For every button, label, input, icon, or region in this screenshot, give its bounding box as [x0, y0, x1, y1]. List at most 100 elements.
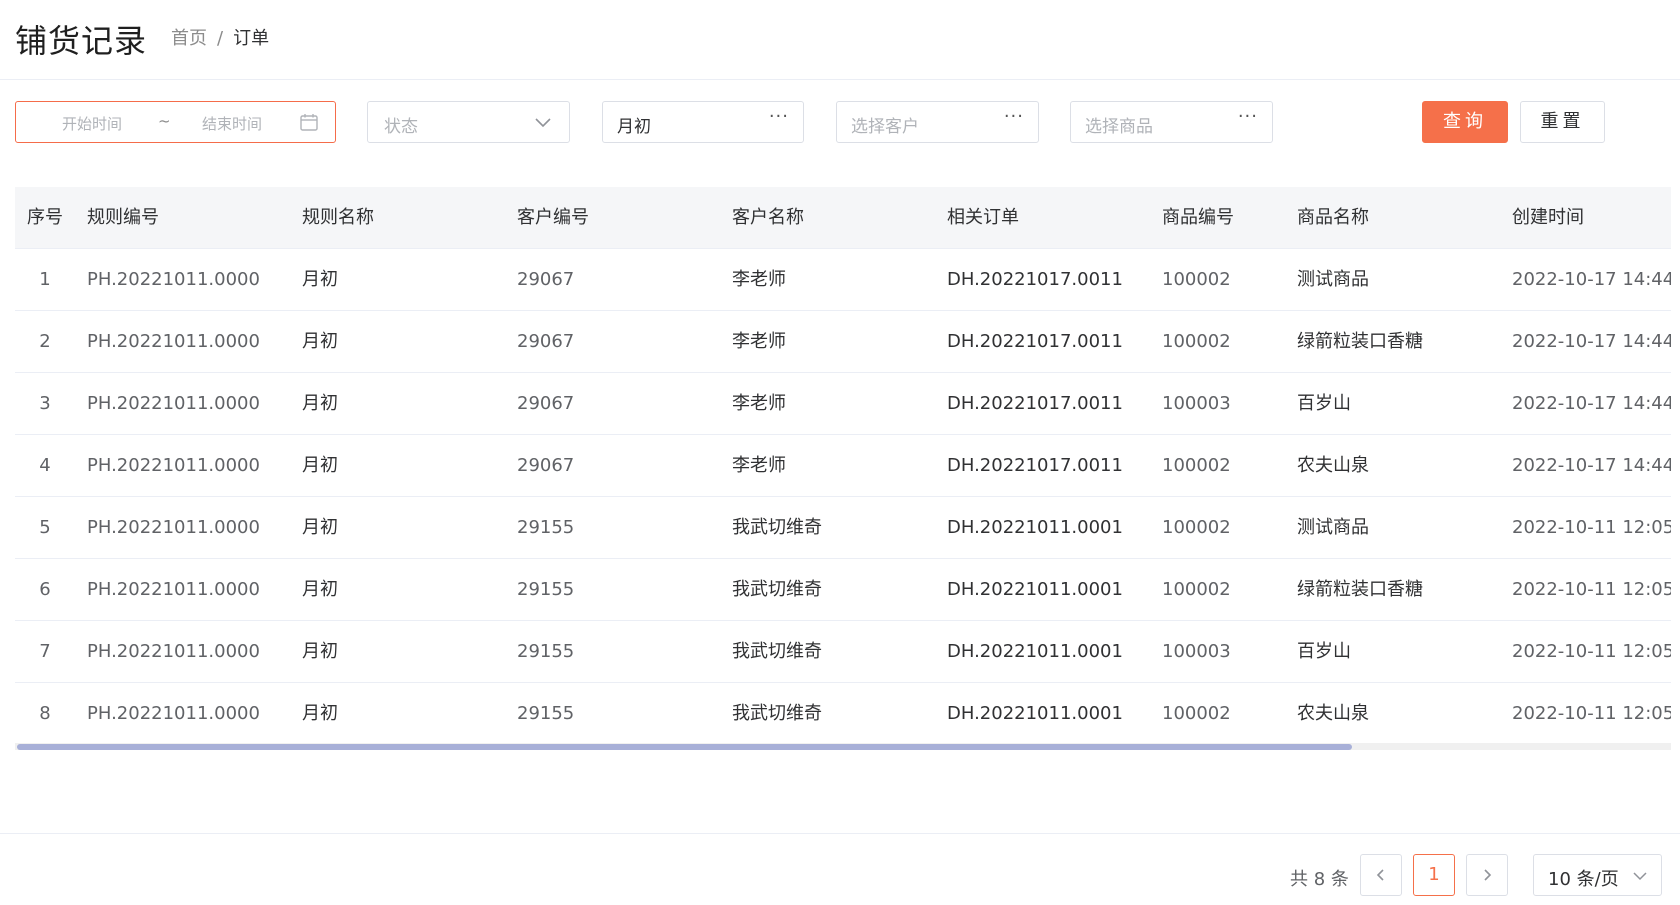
- cell-rule-name: 月初: [302, 579, 338, 600]
- cell-customer-name: 李老师: [732, 269, 786, 290]
- cell-created-time: 2022-10-17 14:44:4: [1512, 455, 1671, 476]
- cell-customer-no: 29155: [517, 517, 575, 538]
- cell-customer-name: 李老师: [732, 393, 786, 414]
- cell-product-no: 100002: [1162, 579, 1231, 600]
- cell-index: 3: [39, 393, 51, 414]
- cell-rule-name: 月初: [302, 517, 338, 538]
- breadcrumb-separator: /: [217, 28, 224, 49]
- breadcrumb-home[interactable]: 首页: [171, 28, 207, 49]
- reset-button[interactable]: 重置: [1520, 101, 1605, 143]
- cell-created-time: 2022-10-11 12:05:5: [1512, 703, 1671, 724]
- more-icon[interactable]: ···: [769, 106, 789, 127]
- rule-picker[interactable]: 月初 ···: [602, 101, 804, 143]
- cell-product-name: 百岁山: [1297, 641, 1351, 662]
- cell-rule-no: PH.20221011.0000: [87, 703, 260, 724]
- cell-customer-name: 我武切维奇: [732, 517, 822, 538]
- cell-created-time: 2022-10-17 14:44:4: [1512, 331, 1671, 352]
- page-size-select[interactable]: 10 条/页: [1533, 854, 1662, 896]
- cell-product-name: 绿箭粒装口香糖: [1297, 331, 1423, 352]
- date-start-input[interactable]: 开始时间: [62, 113, 122, 134]
- cell-rule-no: PH.20221011.0000: [87, 393, 260, 414]
- next-page-button[interactable]: [1466, 854, 1508, 896]
- header-product-no: 商品编号: [1162, 207, 1234, 228]
- cell-rule-no: PH.20221011.0000: [87, 331, 260, 352]
- cell-product-no: 100003: [1162, 641, 1231, 662]
- cell-product-no: 100002: [1162, 331, 1231, 352]
- table-row[interactable]: 4 PH.20221011.0000 月初 29067 李老师 DH.20221017.0…: [15, 435, 1671, 497]
- header-product-name: 商品名称: [1297, 207, 1369, 228]
- table-row[interactable]: 5 PH.20221011.0000 月初 29155 我武切维奇 DH.20221011…: [15, 497, 1671, 559]
- cell-related-order: DH.20221017.0011: [947, 455, 1123, 476]
- cell-product-no: 100002: [1162, 269, 1231, 290]
- date-end-input[interactable]: 结束时间: [202, 113, 262, 134]
- date-range-separator: ~: [158, 112, 171, 130]
- footer-divider: [0, 833, 1680, 834]
- cell-rule-no: PH.20221011.0000: [87, 269, 260, 290]
- cell-product-name: 测试商品: [1297, 517, 1369, 538]
- cell-rule-name: 月初: [302, 269, 338, 290]
- breadcrumb: 首页 / 订单: [171, 24, 269, 50]
- cell-index: 2: [39, 331, 51, 352]
- chevron-down-icon: [535, 118, 551, 128]
- cell-created-time: 2022-10-17 14:44:4: [1512, 269, 1671, 290]
- header-customer-name: 客户名称: [732, 207, 804, 228]
- cell-rule-name: 月初: [302, 455, 338, 476]
- records-table: 序号 规则编号 规则名称 客户编号 客户名称 相关订单 商品编号 商品名称 创建…: [15, 187, 1671, 745]
- table-row[interactable]: 7 PH.20221011.0000 月初 29155 我武切维奇 DH.20221011…: [15, 621, 1671, 683]
- table-row[interactable]: 6 PH.20221011.0000 月初 29155 我武切维奇 DH.20221011…: [15, 559, 1671, 621]
- chevron-down-icon: [1633, 872, 1647, 881]
- cell-rule-name: 月初: [302, 393, 338, 414]
- header-rule-no: 规则编号: [87, 207, 159, 228]
- status-select[interactable]: 状态: [367, 101, 570, 143]
- customer-picker[interactable]: 选择客户 ···: [836, 101, 1039, 143]
- cell-related-order: DH.20221011.0001: [947, 517, 1123, 538]
- page-size-label: 10 条/页: [1548, 869, 1619, 890]
- cell-index: 6: [39, 579, 51, 600]
- header-rule-name: 规则名称: [302, 207, 374, 228]
- table-row[interactable]: 2 PH.20221011.0000 月初 29067 李老师 DH.20221017.0…: [15, 311, 1671, 373]
- cell-created-time: 2022-10-11 12:05:5: [1512, 579, 1671, 600]
- table-row[interactable]: 3 PH.20221011.0000 月初 29067 李老师 DH.20221017.0…: [15, 373, 1671, 435]
- cell-customer-no: 29155: [517, 641, 575, 662]
- cell-customer-no: 29155: [517, 579, 575, 600]
- cell-related-order: DH.20221011.0001: [947, 579, 1123, 600]
- cell-rule-no: PH.20221011.0000: [87, 641, 260, 662]
- horizontal-scrollbar-thumb[interactable]: [17, 744, 1352, 750]
- prev-page-button[interactable]: [1360, 854, 1402, 896]
- cell-product-no: 100002: [1162, 517, 1231, 538]
- cell-related-order: DH.20221017.0011: [947, 269, 1123, 290]
- cell-product-no: 100003: [1162, 393, 1231, 414]
- cell-customer-no: 29067: [517, 331, 575, 352]
- cell-created-time: 2022-10-11 12:05:5: [1512, 517, 1671, 538]
- date-range-picker[interactable]: 开始时间 ~ 结束时间: [15, 101, 336, 143]
- cell-index: 4: [39, 455, 51, 476]
- cell-product-name: 农夫山泉: [1297, 455, 1369, 476]
- cell-customer-no: 29067: [517, 269, 575, 290]
- cell-customer-name: 我武切维奇: [732, 703, 822, 724]
- cell-customer-name: 我武切维奇: [732, 579, 822, 600]
- header-related-order: 相关订单: [947, 207, 1019, 228]
- header-created-time: 创建时间: [1512, 207, 1584, 228]
- cell-product-no: 100002: [1162, 703, 1231, 724]
- cell-customer-no: 29067: [517, 393, 575, 414]
- table-header: 序号 规则编号 规则名称 客户编号 客户名称 相关订单 商品编号 商品名称 创建…: [15, 187, 1671, 249]
- table-row[interactable]: 8 PH.20221011.0000 月初 29155 我武切维奇 DH.20221011…: [15, 683, 1671, 745]
- table-body: 1 PH.20221011.0000 月初 29067 李老师 DH.20221017.0…: [15, 249, 1671, 745]
- cell-created-time: 2022-10-17 14:44:4: [1512, 393, 1671, 414]
- product-picker[interactable]: 选择商品 ···: [1070, 101, 1273, 143]
- cell-product-name: 绿箭粒装口香糖: [1297, 579, 1423, 600]
- page-header: 铺货记录 首页 / 订单: [0, 0, 1680, 80]
- cell-customer-no: 29067: [517, 455, 575, 476]
- cell-product-name: 测试商品: [1297, 269, 1369, 290]
- page-title: 铺货记录: [15, 22, 148, 60]
- page-number-button[interactable]: 1: [1413, 854, 1455, 896]
- chevron-left-icon: [1376, 869, 1384, 881]
- header-customer-no: 客户编号: [517, 207, 589, 228]
- cell-rule-no: PH.20221011.0000: [87, 579, 260, 600]
- cell-customer-name: 我武切维奇: [732, 641, 822, 662]
- query-button[interactable]: 查询: [1422, 101, 1508, 143]
- cell-product-name: 农夫山泉: [1297, 703, 1369, 724]
- more-icon[interactable]: ···: [1238, 106, 1258, 127]
- more-icon[interactable]: ···: [1004, 106, 1024, 127]
- table-row[interactable]: 1 PH.20221011.0000 月初 29067 李老师 DH.20221017.0…: [15, 249, 1671, 311]
